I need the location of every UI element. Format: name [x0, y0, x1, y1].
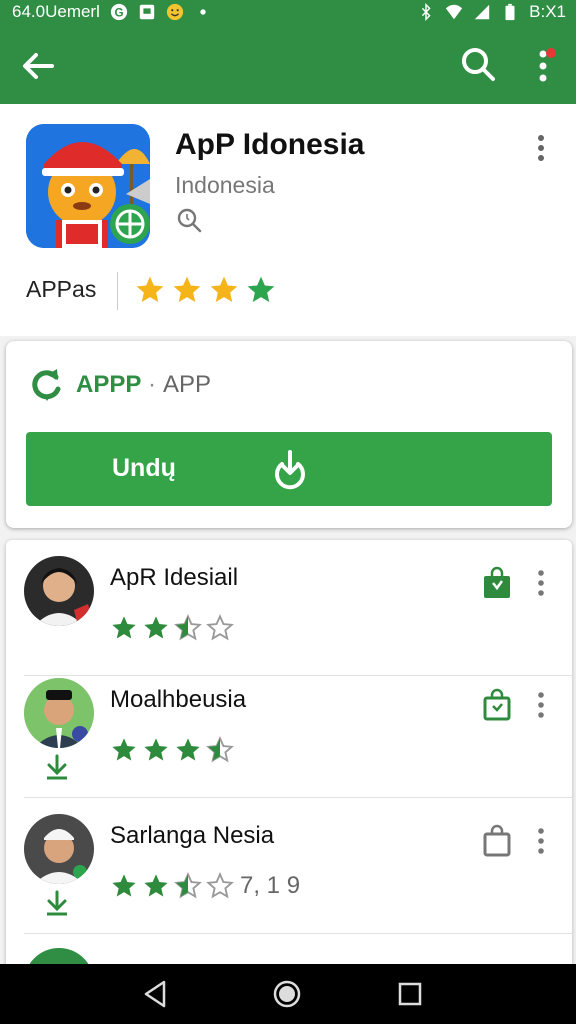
more-vert-icon[interactable]	[532, 568, 550, 598]
nav-home-icon[interactable]	[271, 978, 303, 1010]
cartoon-app-icon[interactable]	[26, 124, 150, 248]
reviewer-name: Moalhbeusia	[110, 686, 247, 713]
divider	[24, 933, 572, 934]
svg-text:G: G	[114, 7, 123, 20]
list-item[interactable]: ApR Idesiail	[6, 540, 572, 676]
star-icon	[144, 616, 168, 639]
rating-text: 7, 1 9	[240, 872, 301, 899]
star-half-icon	[174, 872, 202, 899]
signal-icon	[474, 4, 490, 20]
more-vert-icon[interactable]	[532, 690, 550, 720]
star-icon	[112, 738, 136, 761]
status-right: B:X1	[417, 2, 566, 22]
status-bar: 64.0Uemerl G B:X1	[0, 0, 576, 26]
reviewer-name: Sarlanga Nesia	[110, 822, 275, 849]
more-vert-icon[interactable]	[532, 826, 550, 856]
bluetooth-icon	[422, 3, 431, 21]
dot-icon	[200, 9, 206, 15]
star-icon	[176, 738, 200, 761]
status-left: 64.0Uemerl G	[12, 2, 212, 22]
list-item[interactable]: Sarlanga Nesia 7, 1 9	[6, 798, 572, 934]
star-icon	[136, 276, 164, 302]
emoji-icon	[166, 3, 183, 21]
app-header-card: ApP Idonesia Indonesia APPas	[0, 104, 576, 336]
review-stars: 7, 1 9	[110, 872, 300, 900]
app-subtitle: Indonesia	[175, 172, 275, 198]
review-stars	[110, 736, 234, 764]
status-clock-text: B:X1	[529, 2, 566, 21]
install-button-label: Undų	[112, 454, 176, 482]
install-button[interactable]: Undų	[26, 432, 552, 506]
star-outline-icon	[206, 872, 234, 899]
status-time-text: 64.0Uemerl	[12, 2, 100, 21]
more-vert-icon[interactable]	[530, 132, 552, 164]
brand-separator: ·	[148, 371, 156, 398]
star-half-icon	[174, 614, 202, 641]
review-list: ApR Idesiail Moalhbeusia Sarlanga Nesia …	[6, 540, 572, 980]
nav-recents-icon[interactable]	[394, 978, 426, 1010]
brand-secondary-label: APP	[163, 371, 212, 398]
star-icon	[112, 616, 136, 639]
avatar	[24, 814, 94, 884]
arrow-left-icon[interactable]	[18, 46, 58, 86]
install-card: APPP · APP Undų	[6, 341, 572, 528]
reviewer-name: ApR Idesiail	[110, 564, 239, 591]
download-icon	[275, 450, 305, 490]
shopping-bag-filled-icon[interactable]	[482, 566, 512, 600]
avatar	[24, 678, 94, 748]
google-icon: G	[110, 3, 127, 21]
app-bar	[0, 30, 576, 100]
star-icon	[144, 874, 168, 897]
wifi-icon	[446, 4, 463, 20]
star-icon	[112, 874, 136, 897]
nav-back-icon[interactable]	[140, 978, 172, 1010]
brand-label: APPP	[76, 371, 142, 398]
vertical-divider	[117, 272, 118, 310]
avatar	[24, 556, 94, 626]
shopping-bag-outline-icon[interactable]	[482, 688, 512, 722]
message-icon	[139, 4, 155, 20]
search-icon[interactable]	[458, 44, 498, 84]
category-label: APPas	[26, 276, 97, 302]
star-half-icon	[206, 736, 234, 763]
star-outline-icon	[206, 614, 234, 641]
refresh-leaf-icon	[32, 369, 61, 401]
review-stars	[110, 614, 234, 642]
notification-dot	[546, 48, 556, 58]
battery-icon	[505, 3, 515, 21]
top-app-bar: 64.0Uemerl G B:X1	[0, 0, 576, 104]
system-nav-bar	[0, 964, 576, 1024]
download-arrow-icon[interactable]	[44, 754, 70, 780]
star-icon	[173, 276, 201, 302]
app-title: ApP Idonesia	[175, 128, 365, 161]
star-icon	[210, 276, 238, 302]
app-icon-art	[26, 124, 150, 248]
list-item[interactable]: Moalhbeusia	[6, 662, 572, 798]
shopping-bag-gray-icon[interactable]	[482, 824, 512, 858]
star-icon	[247, 276, 275, 302]
magnifier-icon	[177, 208, 202, 233]
app-rating-stars	[134, 274, 277, 306]
star-icon	[144, 738, 168, 761]
download-arrow-icon[interactable]	[44, 890, 70, 916]
